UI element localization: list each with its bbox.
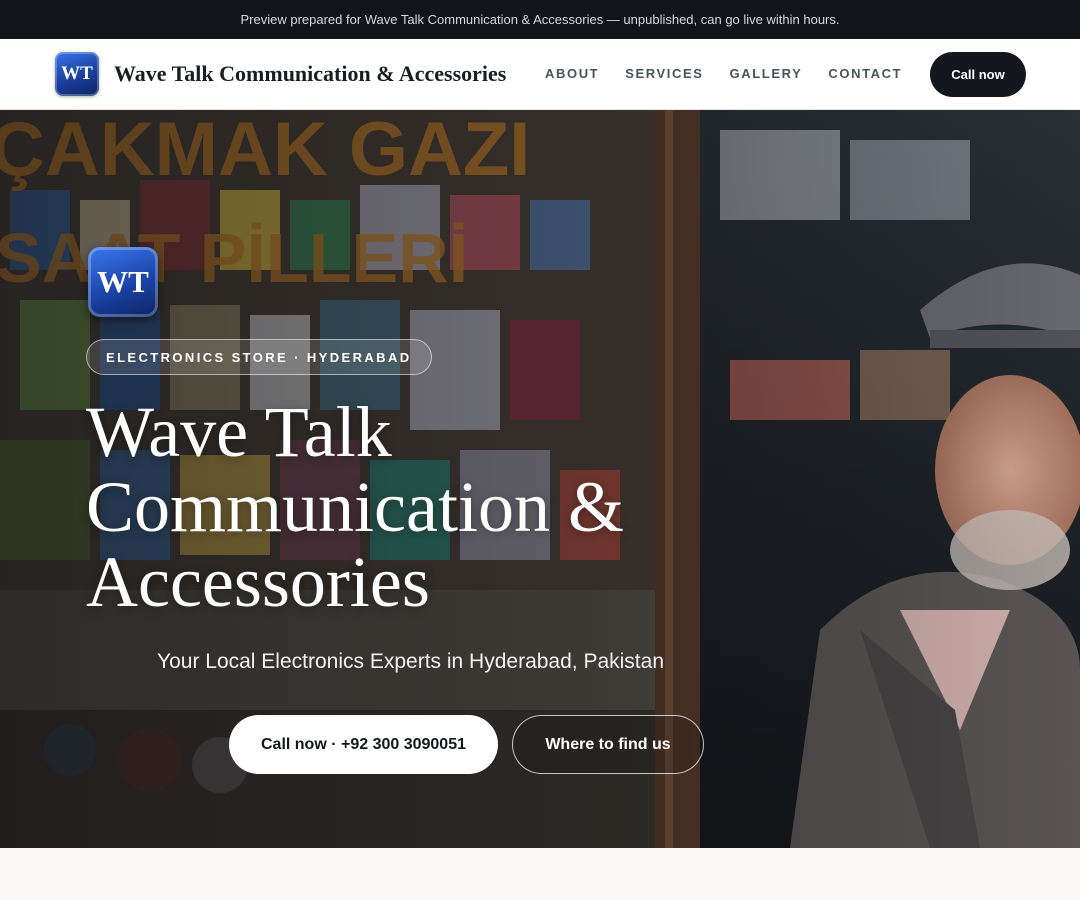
header-call-button[interactable]: Call now <box>930 52 1026 97</box>
hero-section: ÇAKMAK GAZI SAAT PİLLERİ WT ELECTRONICS … <box>0 110 1080 848</box>
site-header: WT Wave Talk Communication & Accessories… <box>0 39 1080 110</box>
preview-banner: Preview prepared for Wave Talk Communica… <box>0 0 1080 39</box>
preview-banner-text: Preview prepared for Wave Talk Communica… <box>240 12 840 27</box>
hero-logo-text: WT <box>97 264 149 299</box>
call-now-button[interactable]: Call now · +92 300 3090051 <box>229 715 498 774</box>
nav-services[interactable]: SERVICES <box>625 66 703 81</box>
where-to-find-us-button[interactable]: Where to find us <box>512 715 704 774</box>
category-badge: ELECTRONICS STORE · HYDERABAD <box>86 339 432 375</box>
nav-about[interactable]: ABOUT <box>545 66 599 81</box>
wt-logo-icon[interactable]: WT <box>55 52 99 96</box>
main-nav: ABOUT SERVICES GALLERY CONTACT <box>545 66 928 81</box>
brand-name[interactable]: Wave Talk Communication & Accessories <box>114 61 506 87</box>
logo-text: WT <box>61 63 93 84</box>
hero-wt-logo-icon: WT <box>88 247 158 317</box>
next-section-start <box>0 848 1080 900</box>
nav-contact[interactable]: CONTACT <box>828 66 902 81</box>
nav-gallery[interactable]: GALLERY <box>730 66 803 81</box>
hero-subtitle: Your Local Electronics Experts in Hydera… <box>157 650 664 673</box>
hero-title: Wave Talk Communication & Accessories <box>86 392 624 622</box>
